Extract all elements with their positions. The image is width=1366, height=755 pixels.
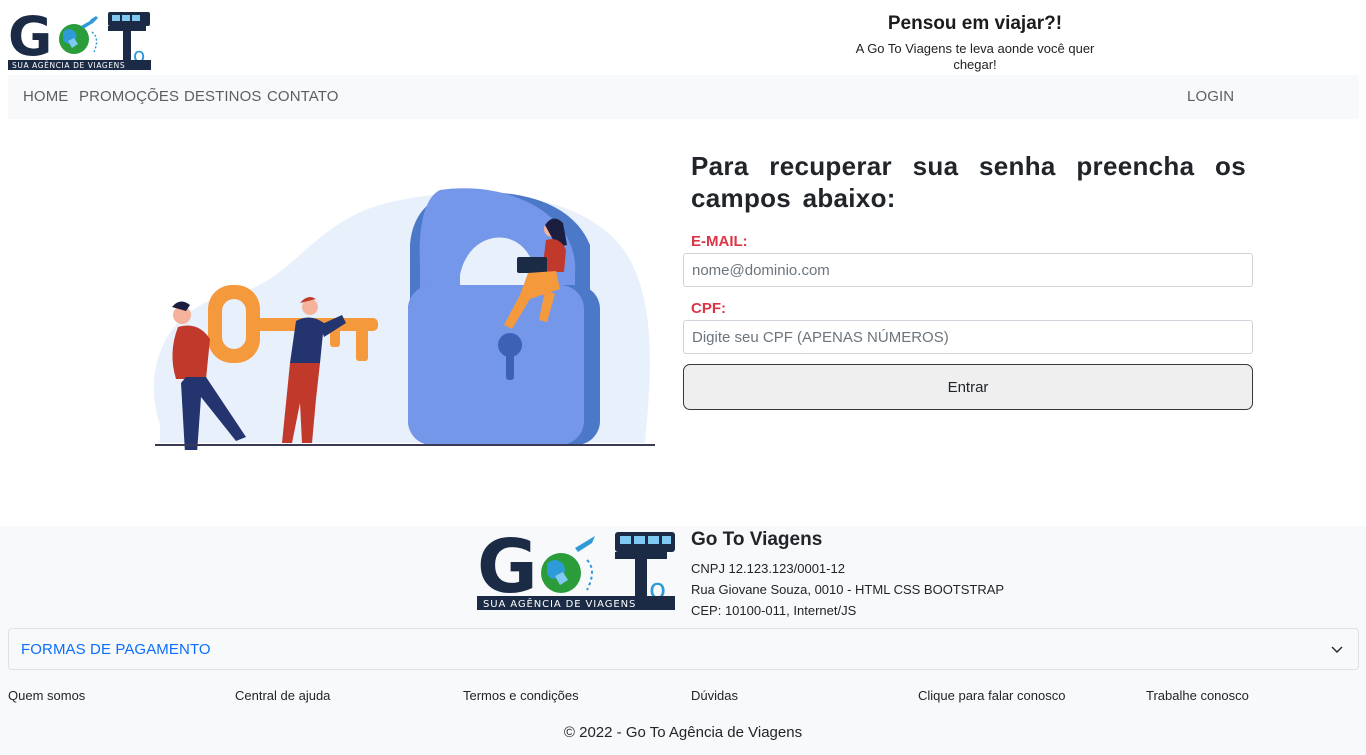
- svg-text:SUA AGÊNCIA DE VIAGENS: SUA AGÊNCIA DE VIAGENS: [483, 597, 636, 610]
- nav-promocoes[interactable]: PROMOÇÕES: [79, 88, 179, 105]
- email-input[interactable]: [683, 253, 1253, 287]
- email-label: E-MAIL:: [691, 233, 748, 250]
- footer-brand-logo[interactable]: G o SUA AGÊNCIA DE VIAGENS: [477, 526, 676, 612]
- payment-methods-accordion[interactable]: FORMAS DE PAGAMENTO: [8, 628, 1359, 670]
- accordion-label: FORMAS DE PAGAMENTO: [21, 641, 211, 658]
- footer-link-central-ajuda[interactable]: Central de ajuda: [235, 688, 330, 703]
- company-cnpj: CNPJ 12.123.123/0001-12: [691, 561, 845, 576]
- copyright: © 2022 - Go To Agência de Viagens: [563, 724, 803, 741]
- chevron-down-icon: [1331, 646, 1343, 653]
- footer-link-trabalhe-conosco[interactable]: Trabalhe conosco: [1146, 688, 1249, 703]
- recovery-title: Para recuperar sua senha preencha os cam…: [691, 151, 1246, 213]
- footer-link-duvidas[interactable]: Dúvidas: [691, 688, 738, 703]
- cpf-input[interactable]: [683, 320, 1253, 354]
- nav-home[interactable]: HOME: [23, 88, 68, 105]
- nav-destinos[interactable]: DESTINOS: [184, 88, 261, 105]
- svg-text:SUA AGÊNCIA DE VIAGENS: SUA AGÊNCIA DE VIAGENS: [12, 61, 125, 70]
- company-cep: CEP: 10100-011, Internet/JS: [691, 603, 857, 618]
- brand-logo[interactable]: G o SUA AGÊNCIA DE VIAGENS: [8, 8, 152, 71]
- submit-button[interactable]: Entrar: [683, 364, 1253, 410]
- password-recovery-illustration: [153, 188, 655, 450]
- nav-contato[interactable]: CONTATO: [267, 88, 339, 105]
- company-info: Go To Viagens CNPJ 12.123.123/0001-12 Ru…: [691, 529, 1004, 621]
- company-name: Go To Viagens: [691, 529, 823, 550]
- site-footer: G o SUA AGÊNCIA DE VIAGENS Go To Viagens…: [0, 526, 1366, 755]
- tagline-title: Pensou em viajar?!: [887, 13, 1063, 34]
- main-navbar: HOME PROMOÇÕES DESTINOS CONTATO LOGIN: [8, 75, 1359, 119]
- footer-link-termos[interactable]: Termos e condições: [463, 688, 579, 703]
- nav-login[interactable]: LOGIN: [1187, 88, 1234, 105]
- footer-plane-icon: [575, 536, 595, 552]
- svg-text:G: G: [8, 8, 52, 68]
- cpf-label: CPF:: [691, 300, 726, 317]
- site-header: G o SUA AGÊNCIA DE VIAGENS Pensou em via…: [0, 0, 1366, 75]
- footer-link-fale-conosco[interactable]: Clique para falar conosco: [918, 688, 1065, 703]
- company-address: Rua Giovane Souza, 0010 - HTML CSS BOOTS…: [691, 582, 1005, 597]
- footer-link-quem-somos[interactable]: Quem somos: [8, 688, 85, 703]
- tagline-subtitle: A Go To Viagens te leva aonde você quer …: [855, 41, 1095, 72]
- header-tagline: Pensou em viajar?! A Go To Viagens te le…: [840, 12, 1110, 73]
